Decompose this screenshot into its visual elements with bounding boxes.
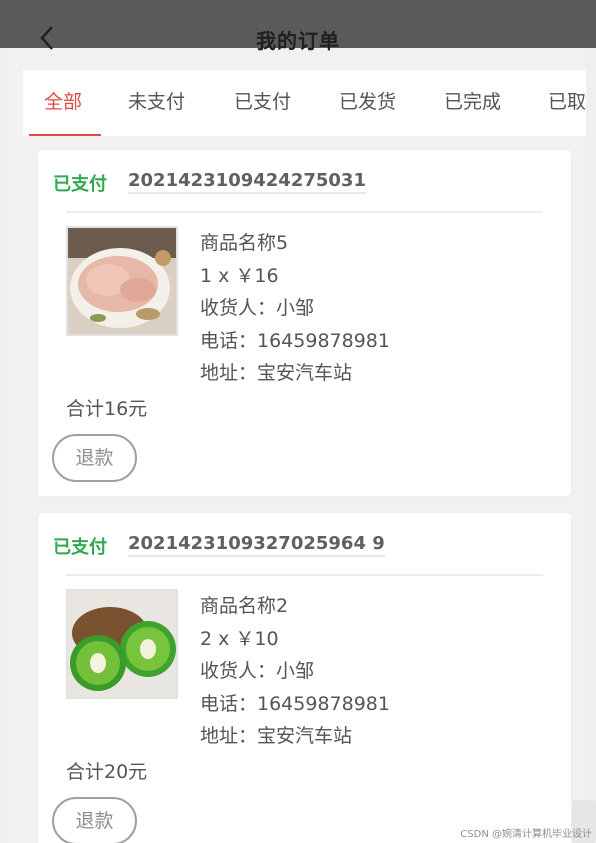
tab-completed[interactable]: 已完成 xyxy=(444,70,501,136)
order-number: 2021423109424275031 xyxy=(128,170,366,194)
address: 地址：宝安汽车站 xyxy=(200,362,353,384)
refund-button[interactable]: 退款 xyxy=(52,797,137,843)
top-bar: 我的订单 xyxy=(0,0,596,53)
active-tab-indicator xyxy=(29,134,101,136)
tab-paid[interactable]: 已支付 xyxy=(234,70,291,136)
order-info: 商品名称5 1 x ￥16 收货人：小邹 电话：16459878981 地址：宝… xyxy=(200,230,390,393)
order-info: 商品名称2 2 x ￥10 收货人：小邹 电话：16459878981 地址：宝… xyxy=(200,593,390,756)
divider xyxy=(66,211,543,213)
address: 地址：宝安汽车站 xyxy=(200,725,353,747)
receiver: 收货人：小邹 xyxy=(200,660,315,682)
product-name: 商品名称5 xyxy=(200,232,289,254)
refund-button[interactable]: 退款 xyxy=(52,434,137,482)
order-total: 合计16元 xyxy=(66,398,148,420)
watermark: CSDN @婉清计算机毕业设计 xyxy=(460,829,592,840)
order-status: 已支付 xyxy=(53,537,107,558)
divider xyxy=(66,574,543,576)
raw-chicken-image[interactable] xyxy=(66,226,178,336)
order-status: 已支付 xyxy=(53,174,107,195)
order-status-tabs: 全部 未支付 已支付 已发货 已完成 已取 xyxy=(23,70,586,136)
kiwi-image[interactable] xyxy=(66,589,178,699)
tab-all[interactable]: 全部 xyxy=(44,70,82,136)
tab-shipped[interactable]: 已发货 xyxy=(339,70,396,136)
order-card: 已支付 2021423109424275031 商品名称5 1 x ￥16 收货… xyxy=(38,150,571,496)
tab-unpaid[interactable]: 未支付 xyxy=(128,70,185,136)
phone: 电话：16459878981 xyxy=(200,329,390,352)
product-name: 商品名称2 xyxy=(200,595,289,617)
tab-cancelled[interactable]: 已取 xyxy=(548,70,586,136)
quantity-price: 2 x ￥10 xyxy=(200,627,279,650)
page-title: 我的订单 xyxy=(256,29,340,53)
phone: 电话：16459878981 xyxy=(200,692,390,715)
order-total: 合计20元 xyxy=(66,761,148,783)
order-card: 已支付 2021423109327025964 9 商品名称2 2 x ￥10 … xyxy=(38,513,571,843)
receiver: 收货人：小邹 xyxy=(200,297,315,319)
quantity-price: 1 x ￥16 xyxy=(200,264,279,287)
order-number: 2021423109327025964 9 xyxy=(128,533,385,557)
